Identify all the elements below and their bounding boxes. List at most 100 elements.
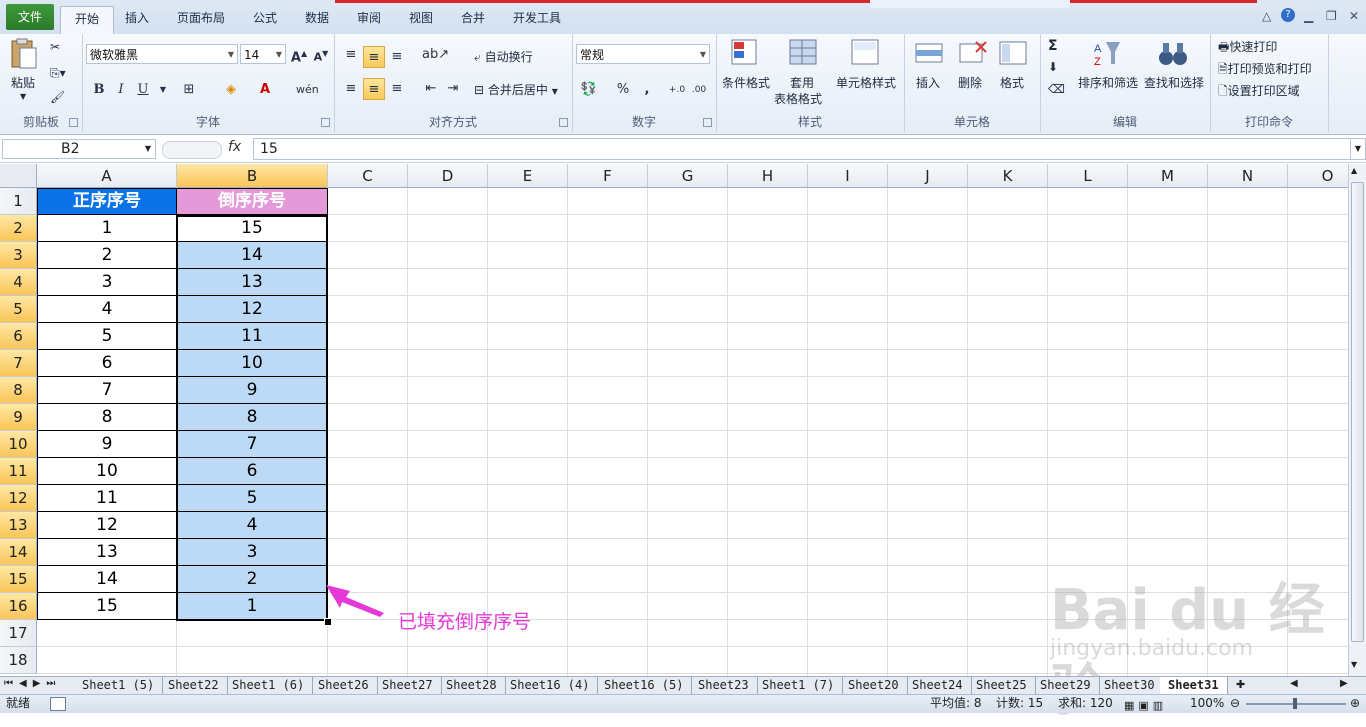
row-header-18[interactable]: 18 (0, 647, 37, 674)
cell-b9[interactable]: 8 (177, 404, 328, 431)
sheet-tab[interactable]: Sheet30 (1096, 677, 1164, 694)
underline-dropdown-icon[interactable]: ▼ (152, 79, 174, 101)
header-cell-a1[interactable]: 正序序号 (37, 188, 177, 215)
cell-a9[interactable]: 8 (37, 404, 177, 431)
format-as-table-label-2[interactable]: 表格格式 (774, 90, 822, 107)
macro-record-icon[interactable] (50, 697, 66, 711)
row-header-8[interactable]: 8 (0, 377, 37, 404)
sheet-tab[interactable]: Sheet27 (374, 677, 442, 694)
collapse-ribbon-icon[interactable]: △ (1262, 9, 1271, 23)
format-as-table-label-1[interactable]: 套用 (790, 74, 814, 91)
sheet-tab[interactable]: Sheet26 (310, 677, 378, 694)
tab-insert[interactable]: 插入 (120, 6, 154, 34)
decrease-decimal-icon[interactable]: .00 (688, 79, 710, 101)
cell-a6[interactable]: 5 (37, 323, 177, 350)
cell-b11[interactable]: 6 (177, 458, 328, 485)
column-header-n[interactable]: N (1208, 164, 1288, 188)
row-header-16[interactable]: 16 (0, 593, 37, 620)
vertical-scrollbar[interactable]: ▲ ▼ (1348, 164, 1366, 676)
cell-b16[interactable]: 1 (177, 593, 328, 620)
paste-button[interactable]: 粘贴 (11, 74, 35, 91)
row-header-14[interactable]: 14 (0, 539, 37, 566)
hscroll-right-icon[interactable]: ▶ (1340, 678, 1348, 689)
font-name-combo[interactable]: 微软雅黑 ▼ (86, 44, 238, 64)
tab-formulas[interactable]: 公式 (248, 6, 282, 34)
column-header-o[interactable]: O (1288, 164, 1348, 188)
minimize-icon[interactable]: ▁ (1304, 9, 1313, 23)
cell-a2[interactable]: 1 (37, 215, 177, 242)
align-center-icon[interactable]: ≡ (363, 78, 385, 100)
scroll-thumb[interactable] (1351, 182, 1364, 642)
row-header-2[interactable]: 2 (0, 215, 37, 242)
align-top-icon[interactable]: ≡ (340, 44, 362, 66)
sheet-tab[interactable]: Sheet20 (840, 677, 908, 694)
close-icon[interactable]: ✕ (1349, 9, 1359, 23)
cell-a16[interactable]: 15 (37, 593, 177, 620)
cell-b2[interactable]: 15 (177, 215, 328, 242)
find-select-button[interactable]: 查找和选择 (1144, 74, 1204, 91)
row-header-3[interactable]: 3 (0, 242, 37, 269)
row-header-1[interactable]: 1 (0, 188, 37, 215)
tab-view[interactable]: 视图 (404, 6, 438, 34)
row-header-7[interactable]: 7 (0, 350, 37, 377)
column-header-i[interactable]: I (808, 164, 888, 188)
scroll-down-icon[interactable]: ▼ (1351, 660, 1357, 669)
column-header-a[interactable]: A (37, 164, 177, 188)
zoom-out-icon[interactable]: ⊖ (1230, 695, 1240, 712)
column-header-j[interactable]: J (888, 164, 968, 188)
sheet-tab[interactable]: Sheet28 (438, 677, 506, 694)
row-header-12[interactable]: 12 (0, 485, 37, 512)
delete-cells-button[interactable]: 删除 (958, 74, 982, 91)
cell-b3[interactable]: 14 (177, 242, 328, 269)
insert-sheet-icon[interactable]: ✚ (1236, 678, 1245, 691)
column-header-l[interactable]: L (1048, 164, 1128, 188)
tab-home[interactable]: 开始 (60, 6, 114, 35)
select-all-corner[interactable] (0, 164, 37, 188)
cell-a8[interactable]: 7 (37, 377, 177, 404)
cell-b13[interactable]: 4 (177, 512, 328, 539)
align-left-icon[interactable]: ≡ (340, 78, 362, 100)
scroll-up-icon[interactable]: ▲ (1351, 166, 1357, 175)
zoom-level[interactable]: 100% (1190, 695, 1224, 712)
column-header-m[interactable]: M (1128, 164, 1208, 188)
align-right-icon[interactable]: ≡ (386, 78, 408, 100)
sheet-tab[interactable]: Sheet24 (904, 677, 972, 694)
currency-icon[interactable]: 💱 (578, 79, 600, 101)
increase-decimal-icon[interactable]: +.0 (666, 79, 688, 101)
sheet-tab[interactable]: Sheet1 (5) (74, 677, 164, 694)
column-header-e[interactable]: E (488, 164, 568, 188)
formula-bar-expander[interactable] (162, 141, 222, 159)
hscroll-left-icon[interactable]: ◀ (1290, 678, 1298, 689)
clipboard-launcher-icon[interactable] (69, 118, 78, 127)
cell-b12[interactable]: 5 (177, 485, 328, 512)
cell-b4[interactable]: 13 (177, 269, 328, 296)
insert-cells-button[interactable]: 插入 (916, 74, 940, 91)
sheet-tab[interactable]: Sheet16 (5) (596, 677, 693, 694)
format-cells-button[interactable]: 格式 (1000, 74, 1024, 91)
increase-indent-icon[interactable]: ⇥ (442, 78, 464, 100)
autosum-button[interactable]: Σ (1048, 38, 1058, 54)
alignment-launcher-icon[interactable] (559, 118, 568, 127)
align-bottom-icon[interactable]: ≡ (386, 46, 408, 68)
merge-center-button[interactable]: ⊟ 合并后居中 ▼ (474, 81, 558, 98)
clear-icon[interactable]: ⌫ (1048, 82, 1065, 96)
sheet-tab[interactable]: Sheet29 (1032, 677, 1100, 694)
column-header-g[interactable]: G (648, 164, 728, 188)
column-header-c[interactable]: C (328, 164, 408, 188)
expand-formula-icon[interactable]: ▼ (1350, 138, 1366, 160)
sheet-tab[interactable]: Sheet1 (7) (754, 677, 844, 694)
row-header-11[interactable]: 11 (0, 458, 37, 485)
column-header-h[interactable]: H (728, 164, 808, 188)
row-header-6[interactable]: 6 (0, 323, 37, 350)
help-icon[interactable]: ? (1281, 8, 1295, 22)
cell-b8[interactable]: 9 (177, 377, 328, 404)
restore-icon[interactable]: ❐ (1326, 9, 1337, 23)
tab-data[interactable]: 数据 (300, 6, 334, 34)
cell-styles-button[interactable]: 单元格样式 (836, 74, 896, 91)
row-header-13[interactable]: 13 (0, 512, 37, 539)
fill-color-icon[interactable]: ◈ (220, 79, 242, 101)
font-launcher-icon[interactable] (321, 118, 330, 127)
cell-b15[interactable]: 2 (177, 566, 328, 593)
format-painter-icon[interactable]: 🖌 (50, 90, 65, 104)
cell-a15[interactable]: 14 (37, 566, 177, 593)
